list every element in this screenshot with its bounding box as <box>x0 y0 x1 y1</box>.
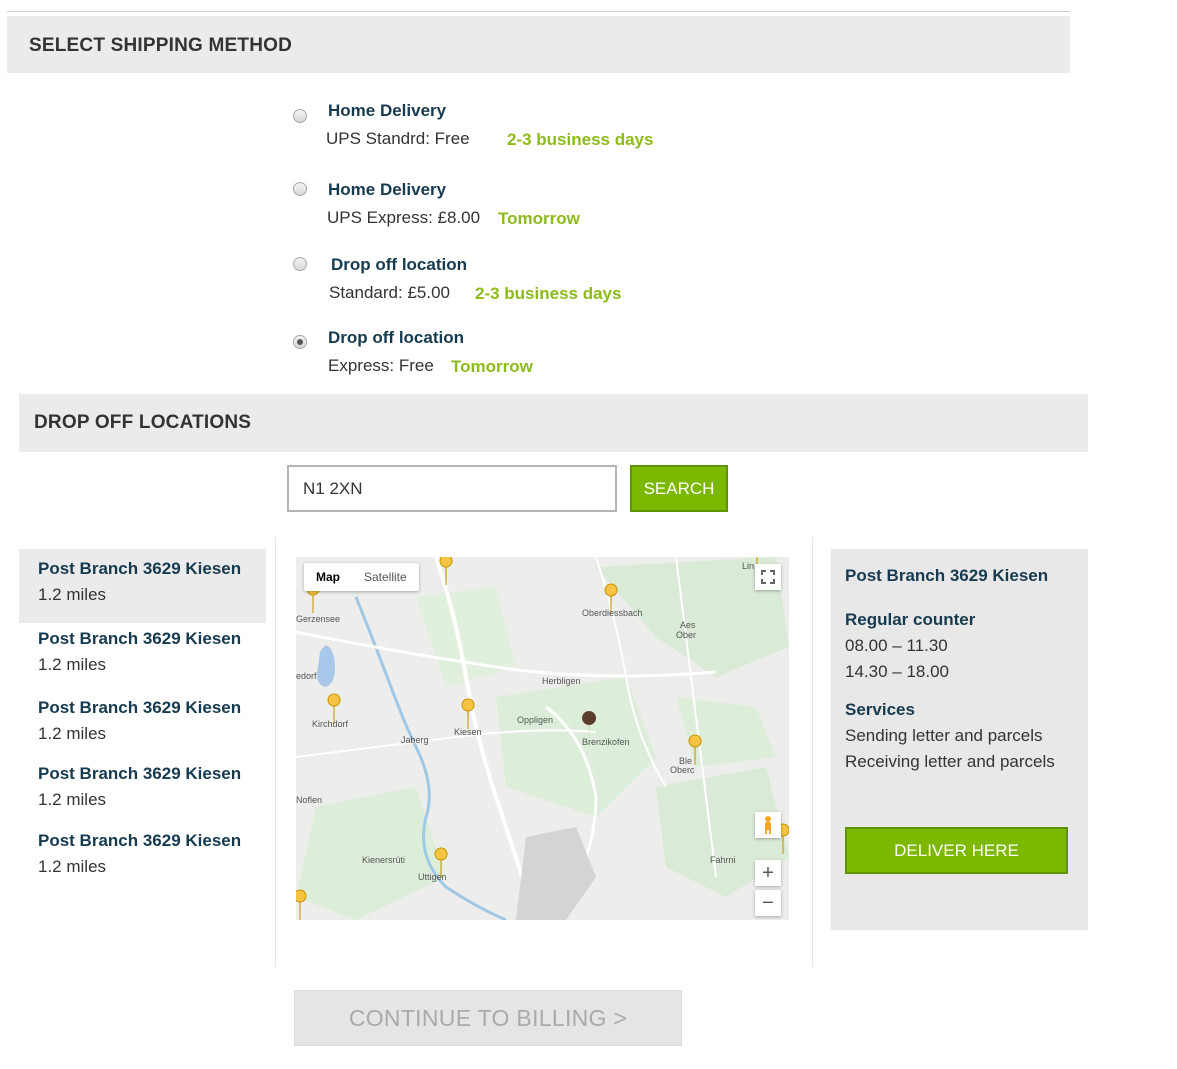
map-label: Noflen <box>296 795 323 805</box>
map-label: Herbligen <box>542 676 581 686</box>
column-divider-right <box>812 537 813 967</box>
shipping-option-eta: Tomorrow <box>451 357 533 376</box>
shipping-option-price: UPS Standrd: Free <box>326 129 470 148</box>
postcode-search-input[interactable] <box>287 465 617 512</box>
details-location-name: Post Branch 3629 Kiesen <box>845 566 1049 585</box>
map-label: Oberdiessbach <box>582 608 643 618</box>
deliver-here-button[interactable]: DELIVER HERE <box>845 827 1068 874</box>
map-tab-satellite[interactable]: Satellite <box>352 563 419 591</box>
location-name: Post Branch 3629 Kiesen <box>38 831 242 850</box>
location-distance: 1.2 miles <box>38 724 107 743</box>
shipping-radio-2[interactable] <box>293 182 307 196</box>
map-label: Kirchdorf <box>312 719 349 729</box>
location-name: Post Branch 3629 Kiesen <box>38 764 242 783</box>
shipping-radio-1[interactable] <box>293 109 307 123</box>
location-distance: 1.2 miles <box>38 790 107 809</box>
map-label: Kiesen <box>454 727 482 737</box>
location-map[interactable]: Gerzensee Oberdiessbach Herbligen Kirchd… <box>296 557 789 920</box>
fullscreen-icon[interactable] <box>755 564 781 590</box>
map-label: Lin <box>742 561 755 571</box>
dropoff-locations-header: DROP OFF LOCATIONS <box>19 394 1088 452</box>
service-item: Receiving letter and parcels <box>845 752 1055 771</box>
location-list-item[interactable]: Post Branch 3629 Kiesen 1.2 miles <box>19 754 266 828</box>
location-distance: 1.2 miles <box>38 655 107 674</box>
map-label: Fahrni <box>710 855 736 865</box>
shipping-method-header: SELECT SHIPPING METHOD <box>7 16 1070 73</box>
map-type-toggle: Map Satellite <box>304 563 419 591</box>
map-label: Brenzikofen <box>582 737 630 747</box>
shipping-option-title: Home Delivery <box>328 101 447 120</box>
shipping-radio-4[interactable] <box>293 335 307 349</box>
location-list-item[interactable]: Post Branch 3629 Kiesen 1.2 miles <box>19 688 266 762</box>
zoom-in-icon[interactable]: + <box>755 860 781 886</box>
continue-to-billing-button[interactable]: CONTINUE TO BILLING > <box>294 990 682 1046</box>
map-background <box>296 557 789 920</box>
shipping-option-title: Drop off location <box>328 328 464 347</box>
location-name: Post Branch 3629 Kiesen <box>38 629 242 648</box>
shipping-option-price: UPS Express: £8.00 <box>327 208 481 227</box>
shipping-option[interactable]: Drop off location Express: Free Tomorrow <box>293 327 713 382</box>
location-name: Post Branch 3629 Kiesen <box>38 698 242 717</box>
column-divider-left <box>275 537 276 967</box>
shipping-radio-3[interactable] <box>293 257 307 271</box>
services-title: Services <box>845 700 915 719</box>
shipping-option-price: Standard: £5.00 <box>329 283 450 302</box>
map-label: Ober <box>676 630 697 640</box>
location-details-panel: Post Branch 3629 Kiesen Regular counter … <box>831 549 1088 930</box>
map-label: Aes <box>680 620 696 630</box>
shipping-option-title: Home Delivery <box>328 180 447 199</box>
map-label: Gerzensee <box>296 614 341 624</box>
dropoff-locations-title: DROP OFF LOCATIONS <box>34 412 252 433</box>
map-tab-map[interactable]: Map <box>304 563 352 591</box>
map-label: Oppligen <box>517 715 554 725</box>
map-label: Kienersrüti <box>362 855 406 865</box>
shipping-option-eta: 2-3 business days <box>507 130 654 149</box>
shipping-option[interactable]: Home Delivery UPS Express: £8.00 Tomorro… <box>293 179 713 234</box>
zoom-out-icon[interactable]: − <box>755 890 781 916</box>
shipping-option-eta: Tomorrow <box>498 209 580 228</box>
pegman-icon[interactable] <box>755 812 781 838</box>
location-distance: 1.2 miles <box>38 585 107 604</box>
location-name: Post Branch 3629 Kiesen <box>38 559 242 578</box>
map-label: Jaberg <box>401 735 429 745</box>
shipping-option[interactable]: Home Delivery UPS Standrd: Free 2-3 busi… <box>293 100 713 155</box>
search-button[interactable]: SEARCH <box>630 465 728 512</box>
location-list-item[interactable]: Post Branch 3629 Kiesen 1.2 miles <box>19 821 266 895</box>
map-label: edorf <box>296 671 317 681</box>
shipping-option-eta: 2-3 business days <box>475 284 622 303</box>
shipping-option-title: Drop off location <box>331 255 467 274</box>
map-label: Uttigen <box>418 872 447 882</box>
opening-hours: 08.00 – 11.30 <box>845 636 948 655</box>
opening-hours: 14.30 – 18.00 <box>845 662 949 681</box>
shipping-method-title: SELECT SHIPPING METHOD <box>29 35 293 56</box>
shipping-option-price: Express: Free <box>328 356 434 375</box>
location-list-item[interactable]: Post Branch 3629 Kiesen 1.2 miles <box>19 619 266 693</box>
regular-counter-title: Regular counter <box>845 610 976 629</box>
location-list-item[interactable]: Post Branch 3629 Kiesen 1.2 miles <box>19 549 266 623</box>
top-divider <box>7 11 1070 12</box>
location-distance: 1.2 miles <box>38 857 107 876</box>
map-label: Oberc <box>670 765 695 775</box>
service-item: Sending letter and parcels <box>845 726 1043 745</box>
shipping-option[interactable]: Drop off location Standard: £5.00 2-3 bu… <box>293 254 713 309</box>
